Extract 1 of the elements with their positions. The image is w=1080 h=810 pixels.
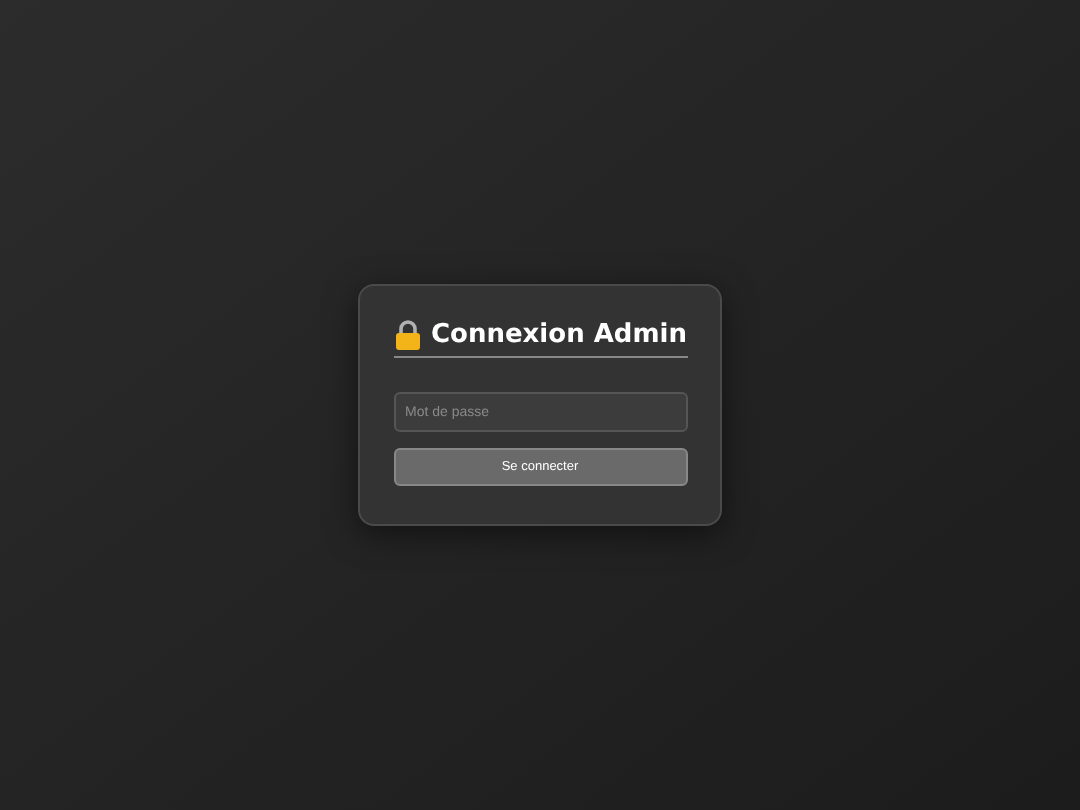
login-title: Connexion Admin	[431, 322, 687, 348]
